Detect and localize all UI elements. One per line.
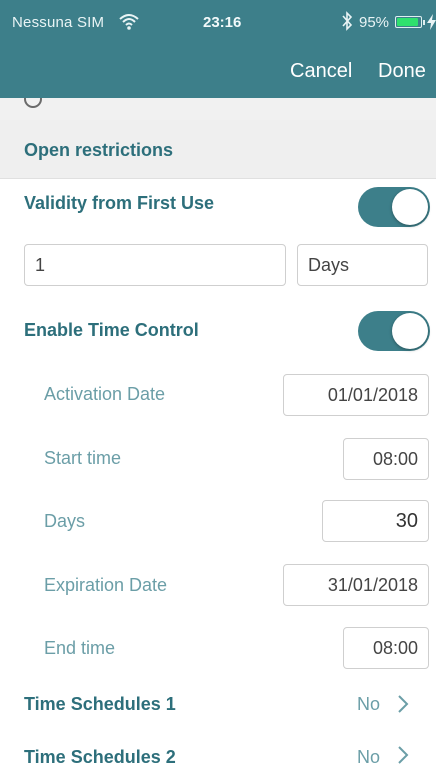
time-schedule-1-value: No (357, 694, 381, 714)
start-time-input[interactable]: 08:00 (343, 438, 429, 480)
time-schedule-1-label: Time Schedules 1 (24, 694, 176, 714)
validity-toggle[interactable] (358, 187, 430, 227)
bluetooth-icon (342, 11, 353, 31)
end-time-input[interactable]: 08:00 (343, 627, 429, 669)
time-control-toggle[interactable] (358, 311, 430, 351)
chevron-right-icon (398, 746, 409, 764)
section-header: Open restrictions (0, 120, 436, 179)
chevron-right-icon (398, 695, 409, 713)
clock-time: 23:16 (203, 14, 242, 31)
days-input[interactable]: 30 (322, 500, 429, 542)
radio-icon (24, 98, 42, 108)
battery-level-fill (397, 18, 418, 26)
battery-percent: 95% (359, 14, 390, 31)
time-control-label: Enable Time Control (24, 320, 199, 340)
validity-amount-input[interactable]: 1 (24, 244, 286, 286)
toggle-knob (392, 313, 428, 349)
charging-bolt-icon (427, 14, 436, 30)
validity-unit-select[interactable]: Days (297, 244, 428, 286)
done-button[interactable]: Done (378, 60, 426, 83)
expiration-date-label: Expiration Date (44, 575, 168, 595)
section-title: Open restrictions (24, 140, 174, 160)
cancel-button[interactable]: Cancel (290, 60, 352, 83)
scrolled-partial-row (0, 98, 436, 120)
battery-icon (395, 16, 422, 28)
validity-label: Validity from First Use (24, 193, 215, 213)
activation-date-label: Activation Date (44, 384, 166, 404)
days-label: Days (44, 511, 86, 531)
status-bar: Nessuna SIM 23:16 95% (0, 0, 436, 44)
wifi-icon (119, 14, 139, 30)
carrier-label: Nessuna SIM (12, 14, 105, 31)
activation-date-input[interactable]: 01/01/2018 (283, 374, 429, 416)
navigation-bar: Cancel Done (0, 44, 436, 98)
start-time-label: Start time (44, 448, 122, 468)
battery-tip (423, 20, 425, 25)
end-time-label: End time (44, 638, 116, 658)
expiration-date-input[interactable]: 31/01/2018 (283, 564, 429, 606)
toggle-knob (392, 189, 428, 225)
